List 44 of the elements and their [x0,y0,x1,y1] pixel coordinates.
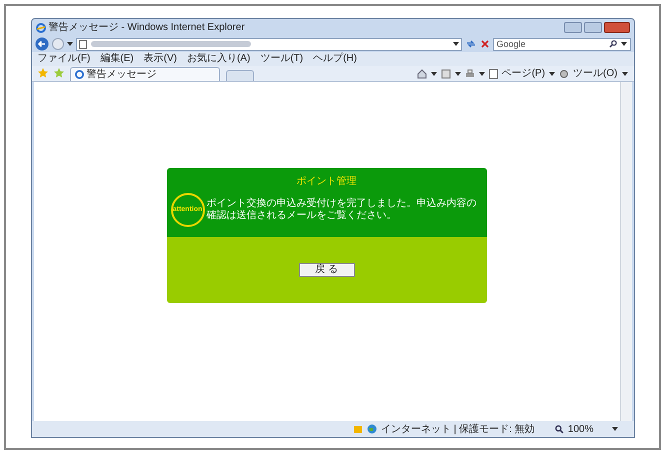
dialog-title: ポイント管理 [296,175,356,189]
address-field[interactable] [76,38,462,50]
feed-icon[interactable] [440,69,451,79]
favorites-star-icon[interactable] [38,68,48,78]
caret-icon[interactable] [66,42,72,46]
back-icon[interactable] [34,37,48,51]
window-title: 警告メッセージ - Windows Internet Explorer [48,20,246,35]
gear-icon [559,69,570,79]
caret-icon[interactable] [452,42,458,46]
stop-icon[interactable] [480,39,490,49]
security-zone: インターネット | 保護モード: 無効 [380,422,536,436]
dialog-message: ポイント交換の申込み受付けを完了しました。申込み内容の確認は送信されるメールをご覧ください。 [206,198,478,222]
caret-icon[interactable] [549,72,556,76]
caret-icon[interactable] [622,72,628,76]
page-icon [78,40,86,48]
close-button[interactable] [604,22,630,33]
browser-tab[interactable]: 警告メッセージ [70,67,220,81]
back-button[interactable]: 戻 る [298,263,354,277]
caret-icon[interactable] [612,427,618,431]
menu-item[interactable]: ツール(T) [260,54,304,64]
browser-logo-icon [74,70,84,79]
protected-mode-icon [352,424,363,434]
refresh-icon[interactable] [464,38,476,50]
page-menu[interactable]: ページ(P) [502,69,546,79]
print-icon[interactable] [464,69,475,79]
page-icon [488,69,498,79]
caret-icon[interactable] [478,72,485,76]
menu-item[interactable]: 編集(E) [100,54,134,64]
caret-icon[interactable] [620,42,626,46]
search-field[interactable]: Google [494,38,608,50]
caret-icon[interactable] [454,72,461,76]
home-icon[interactable] [416,69,427,79]
zoom-level[interactable]: 100% [568,422,594,436]
menu-item[interactable]: お気に入り(A) [186,54,250,64]
caret-icon[interactable] [430,72,437,76]
search-icon[interactable] [608,40,616,48]
browser-logo-icon [36,22,46,32]
tools-menu[interactable]: ツール(O) [573,69,618,79]
menu-item[interactable]: ヘルプ(H) [313,54,357,64]
menu-item[interactable]: ファイル(F) [38,54,90,64]
zoom-icon[interactable] [554,424,564,434]
globe-icon [366,424,377,434]
search-box[interactable]: Google [492,38,630,50]
menu-item[interactable]: 表示(V) [144,54,177,64]
